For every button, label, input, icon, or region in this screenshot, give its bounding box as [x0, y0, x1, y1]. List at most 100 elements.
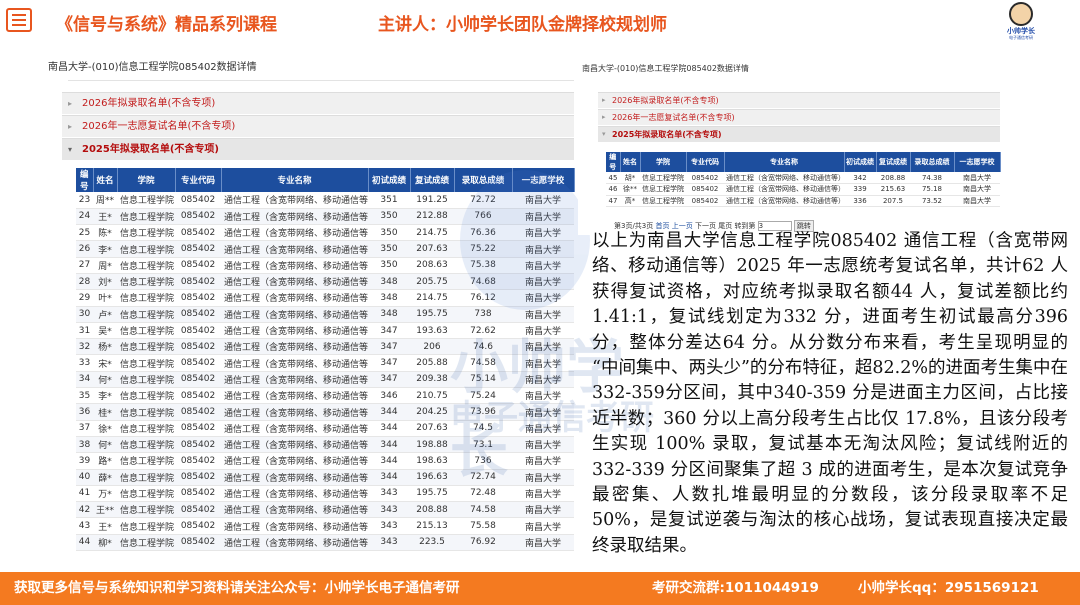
- table-cell: 350: [368, 257, 410, 274]
- table-cell: 41: [76, 485, 93, 503]
- table-cell: 085402: [175, 338, 221, 356]
- table-cell: 通信工程（含宽带网络、移动通信等）: [221, 273, 368, 291]
- table-cell: 195.75: [410, 485, 454, 503]
- footer-bar: 获取更多信号与系统知识和学习资料请关注公众号：小帅学长电子通信考研 考研交流群:…: [0, 572, 1080, 605]
- table-cell: 信息工程学院: [117, 240, 175, 258]
- table-cell: 336: [844, 195, 876, 207]
- table-cell: 通信工程（含宽带网络、移动通信等）: [221, 517, 368, 535]
- footer-group: 考研交流群:1011044919: [652, 580, 819, 596]
- table-cell: 343: [368, 501, 410, 519]
- table-cell: 46: [606, 183, 620, 196]
- table-cell: 信息工程学院: [117, 517, 175, 535]
- section-2026-admit[interactable]: 2026年拟录取名单(不含专项): [598, 92, 1000, 108]
- brand-logo: 小帅学长 电子通信考研: [1000, 2, 1042, 42]
- avatar-icon: [1009, 2, 1033, 26]
- table-cell: 207.5: [876, 195, 910, 207]
- table-cell: 通信工程（含宽带网络、移动通信等）: [724, 183, 844, 196]
- table-cell: 085402: [175, 436, 221, 454]
- table-row: 47 高* 信息工程学院 085402 通信工程（含宽带网络、移动通信等） 336 207.…: [606, 195, 1000, 207]
- table-cell: 24: [76, 208, 93, 226]
- table-cell: 通信工程（含宽带网络、移动通信等）: [221, 501, 368, 519]
- table-cell: 343: [368, 485, 410, 503]
- table-cell: 刘*: [93, 273, 117, 291]
- table-cell: 桂*: [93, 403, 117, 421]
- panel-title: 南昌大学-(010)信息工程学院085402数据详情: [48, 62, 257, 73]
- table-cell: 47: [606, 195, 620, 207]
- table-cell: 通信工程（含宽带网络、移动通信等）: [221, 224, 368, 242]
- table-cell: 74.58: [454, 501, 512, 519]
- table-cell: 通信工程（含宽带网络、移动通信等）: [221, 371, 368, 389]
- table-cell: 344: [368, 452, 410, 470]
- table-cell: 通信工程（含宽带网络、移动通信等）: [221, 403, 368, 421]
- table-row: 46 徐** 信息工程学院 085402 通信工程（含宽带网络、移动通信等） 339 215…: [606, 183, 1000, 196]
- table-cell: 085402: [175, 273, 221, 291]
- table-cell: 信息工程学院: [117, 387, 175, 405]
- table-cell: 通信工程（含宽带网络、移动通信等）: [221, 354, 368, 372]
- table-cell: 信息工程学院: [117, 469, 175, 486]
- table-cell: 南昌大学: [954, 183, 1000, 196]
- table-cell: 351: [368, 192, 410, 209]
- table-cell: 347: [368, 354, 410, 372]
- watermark-mascot-icon: [460, 170, 590, 310]
- section-2026-retest[interactable]: 2026年一志愿复试名单(不含专项): [62, 115, 574, 137]
- section-2025-admit[interactable]: 2025年拟录取名单(不含专项): [62, 138, 574, 160]
- table-cell: 348: [368, 306, 410, 323]
- table-cell: 344: [368, 436, 410, 454]
- table-cell: 信息工程学院: [117, 534, 175, 552]
- column-header: 学院: [117, 168, 176, 192]
- table-cell: 085402: [175, 452, 221, 470]
- table-cell: 徐**: [620, 183, 640, 196]
- table-cell: 信息工程学院: [117, 354, 175, 372]
- table-cell: 信息工程学院: [117, 192, 175, 209]
- table-cell: 085402: [175, 192, 221, 209]
- table-cell: 085402: [686, 172, 724, 184]
- table-cell: 350: [368, 224, 410, 242]
- table-cell: 26: [76, 240, 93, 258]
- column-header: 复试成绩: [876, 152, 911, 172]
- table-cell: 南昌大学: [954, 195, 1000, 207]
- table-cell: 75.58: [454, 517, 512, 535]
- table-cell: 085402: [686, 183, 724, 196]
- table-cell: 通信工程（含宽带网络、移动通信等）: [221, 257, 368, 274]
- table-cell: 通信工程（含宽带网络、移动通信等）: [221, 469, 368, 486]
- table-cell: 信息工程学院: [117, 273, 175, 291]
- table-cell: 215.13: [410, 517, 454, 535]
- table-cell: 350: [368, 208, 410, 226]
- table-cell: 信息工程学院: [117, 208, 175, 226]
- table-cell: 通信工程（含宽带网络、移动通信等）: [221, 338, 368, 356]
- table-cell: 南昌大学: [512, 517, 574, 535]
- table-cell: 33: [76, 354, 93, 372]
- table-cell: 34: [76, 371, 93, 389]
- table-cell: 胡*: [620, 172, 640, 184]
- table-cell: 344: [368, 403, 410, 421]
- column-header: 一志愿学校: [954, 152, 1001, 172]
- table-cell: 信息工程学院: [117, 338, 175, 356]
- table-cell: 通信工程（含宽带网络、移动通信等）: [724, 195, 844, 207]
- table-cell: 周**: [93, 192, 117, 209]
- column-header: 编号: [606, 152, 621, 172]
- section-2025-admit[interactable]: 2025年拟录取名单(不含专项): [598, 126, 1000, 142]
- table-cell: 通信工程（含宽带网络、移动通信等）: [221, 289, 368, 307]
- table-cell: 27: [76, 257, 93, 274]
- table-cell: 南昌大学: [512, 534, 574, 552]
- section-2026-admit[interactable]: 2026年拟录取名单(不含专项): [62, 92, 574, 114]
- table-cell: 085402: [175, 371, 221, 389]
- table-cell: 通信工程（含宽带网络、移动通信等）: [221, 485, 368, 503]
- table-cell: 通信工程（含宽带网络、移动通信等）: [221, 192, 368, 209]
- table-cell: 通信工程（含宽带网络、移动通信等）: [724, 172, 844, 184]
- table-cell: 085402: [175, 306, 221, 323]
- table-cell: 085402: [175, 289, 221, 307]
- panel-title: 南昌大学-(010)信息工程学院085402数据详情: [582, 64, 749, 73]
- table-cell: 通信工程（含宽带网络、移动通信等）: [221, 208, 368, 226]
- section-2026-retest[interactable]: 2026年一志愿复试名单(不含专项): [598, 109, 1000, 125]
- table-cell: 40: [76, 469, 93, 486]
- table-cell: 信息工程学院: [640, 183, 686, 196]
- column-header: 学院: [640, 152, 687, 172]
- table-cell: 73.52: [910, 195, 954, 207]
- table-cell: 杨*: [93, 338, 117, 356]
- table-cell: 柳*: [93, 534, 117, 552]
- table-cell: 215.63: [876, 183, 910, 196]
- table-cell: 348: [368, 289, 410, 307]
- table-cell: 38: [76, 436, 93, 454]
- table-cell: 085402: [686, 195, 724, 207]
